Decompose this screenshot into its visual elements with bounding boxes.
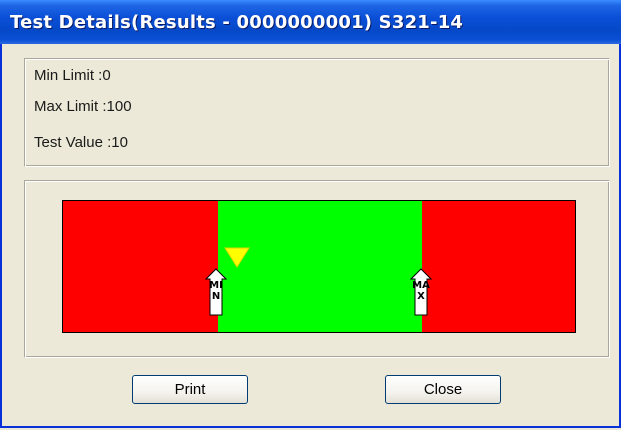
title-bar[interactable]: Test Details(Results - 0000000001) S321-… (0, 0, 621, 44)
test-value-pointer-icon (224, 247, 250, 269)
above-max-zone (422, 201, 575, 332)
below-min-zone (63, 201, 218, 332)
test-value-text: Test Value :10 (34, 134, 128, 151)
min-marker-label: MIN (209, 280, 223, 302)
max-limit-marker-icon: MAX (410, 268, 432, 316)
window-title: Test Details(Results - 0000000001) S321-… (10, 11, 464, 33)
details-groupbox: Min Limit :0 Max Limit :100 Test Value :… (24, 58, 610, 167)
min-limit-marker-icon: MIN (205, 268, 227, 316)
close-button[interactable]: Close (385, 375, 501, 404)
max-limit-text: Max Limit :100 (34, 98, 132, 115)
print-button[interactable]: Print (132, 375, 248, 404)
limit-gauge (62, 200, 576, 333)
min-limit-text: Min Limit :0 (34, 67, 111, 84)
max-marker-label: MAX (412, 280, 430, 302)
